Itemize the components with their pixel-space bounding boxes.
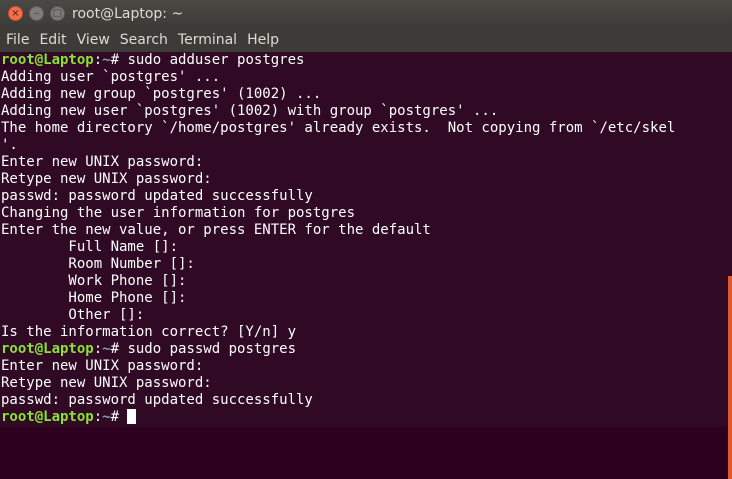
prompt-separator: : [93, 341, 103, 357]
output-line: Enter new UNIX password: [1, 358, 728, 375]
output-text: passwd: password updated successfully [1, 392, 313, 408]
output-text: Home Phone []: [1, 290, 187, 306]
output-text: Enter new UNIX password: [1, 154, 204, 170]
output-text: Enter new UNIX password: [1, 358, 204, 374]
output-line: Enter the new value, or press ENTER for … [1, 222, 728, 239]
output-text: Adding new user `postgres' (1002) with g… [1, 103, 499, 119]
menu-file[interactable]: File [0, 32, 34, 48]
output-text: Changing the user information for postgr… [1, 205, 356, 221]
menu-search[interactable]: Search [115, 32, 173, 48]
output-line: Adding new group `postgres' (1002) ... [1, 86, 728, 103]
menu-bar: File Edit View Search Terminal Help [0, 28, 732, 52]
prompt-line: root@Laptop:~# sudo passwd postgres [1, 341, 728, 358]
output-line: Work Phone []: [1, 273, 728, 290]
command-text: sudo adduser postgres [127, 52, 305, 68]
menu-edit[interactable]: Edit [34, 32, 71, 48]
prompt-line: root@Laptop:~# sudo adduser postgres [1, 52, 728, 69]
output-text: Room Number []: [1, 256, 195, 272]
output-line: Room Number []: [1, 256, 728, 273]
output-line: passwd: password updated successfully [1, 392, 728, 409]
prompt-user-host: root@Laptop [1, 409, 94, 425]
prompt-path: ~ [102, 409, 111, 425]
text-cursor [127, 409, 137, 424]
window-title: root@Laptop: ~ [72, 6, 184, 22]
terminal-window: × – □ root@Laptop: ~ File Edit View Sear… [0, 0, 732, 479]
output-line: Enter new UNIX password: [1, 154, 728, 171]
title-bar[interactable]: × – □ root@Laptop: ~ [0, 0, 732, 28]
output-text: Retype new UNIX password: [1, 375, 212, 391]
output-line: Retype new UNIX password: [1, 171, 728, 188]
prompt-separator: : [93, 52, 103, 68]
output-text: '. [1, 137, 18, 153]
prompt-path: ~ [102, 52, 111, 68]
prompt-user-host: root@Laptop [1, 52, 94, 68]
output-line: passwd: password updated successfully [1, 188, 728, 205]
output-text: Enter the new value, or press ENTER for … [1, 222, 431, 238]
prompt-suffix: # [110, 341, 128, 357]
output-text: The home directory `/home/postgres' alre… [1, 120, 676, 136]
menu-help[interactable]: Help [242, 32, 284, 48]
prompt-suffix: # [110, 409, 128, 425]
output-line: The home directory `/home/postgres' alre… [1, 120, 728, 137]
prompt-path: ~ [102, 341, 111, 357]
output-line: Full Name []: [1, 239, 728, 256]
maximize-icon[interactable]: □ [50, 6, 65, 21]
output-line: Adding new user `postgres' (1002) with g… [1, 103, 728, 120]
output-text: Is the information correct? [Y/n] y [1, 324, 297, 340]
output-text: passwd: password updated successfully [1, 188, 313, 204]
output-line: Changing the user information for postgr… [1, 205, 728, 222]
output-text: Other []: [1, 307, 145, 323]
output-line: Is the information correct? [Y/n] y [1, 324, 728, 341]
prompt-suffix: # [110, 52, 128, 68]
prompt-line: root@Laptop:~# [1, 409, 728, 426]
output-text: Full Name []: [1, 239, 179, 255]
menu-terminal[interactable]: Terminal [173, 32, 242, 48]
output-line: '. [1, 137, 728, 154]
scrollbar-thumb[interactable] [728, 276, 732, 479]
output-text: Adding new group `postgres' (1002) ... [1, 86, 322, 102]
scrollbar[interactable] [728, 52, 732, 479]
terminal-output[interactable]: root@Laptop:~# sudo adduser postgres Addi… [0, 52, 728, 427]
menu-view[interactable]: View [72, 32, 115, 48]
output-line: Retype new UNIX password: [1, 375, 728, 392]
output-text: Work Phone []: [1, 273, 187, 289]
output-line: Adding user `postgres' ... [1, 69, 728, 86]
command-text: sudo passwd postgres [127, 341, 297, 357]
minimize-icon[interactable]: – [29, 6, 44, 21]
prompt-user-host: root@Laptop [1, 341, 94, 357]
close-icon[interactable]: × [8, 6, 23, 21]
output-line: Home Phone []: [1, 290, 728, 307]
output-text: Retype new UNIX password: [1, 171, 212, 187]
prompt-separator: : [93, 409, 103, 425]
output-text: Adding user `postgres' ... [1, 69, 221, 85]
output-line: Other []: [1, 307, 728, 324]
